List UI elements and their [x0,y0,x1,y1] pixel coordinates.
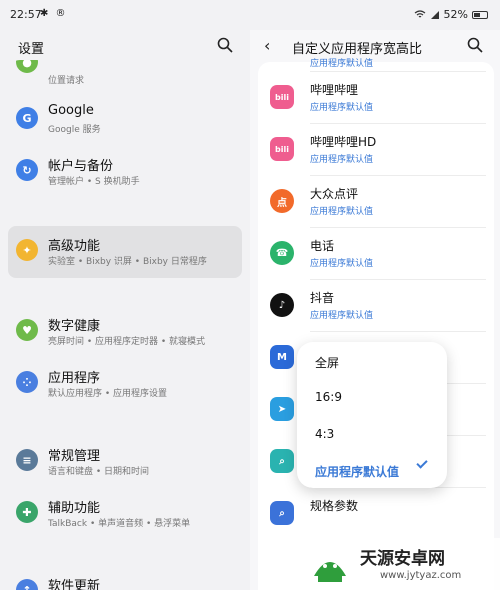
list-item[interactable]: ♪ 抖音 应用程序默认值 [258,280,494,332]
app-ratio-value: 应用程序默认值 [310,207,374,217]
apps-grid-icon: ⁘ [16,371,38,393]
search-icon[interactable] [216,36,234,54]
settings-item-location[interactable]: ● 位置请求 [8,60,242,90]
douyin-icon: ♪ [270,293,294,317]
accessibility-icon: ✚ [16,501,38,523]
list-item[interactable]: ⌕ 规格参数 [258,488,494,540]
settings-item-subtitle: 管理帐户 • S 换机助手 [48,177,140,187]
option-app-default[interactable]: 应用程序默认值 [315,463,399,480]
check-icon [416,457,428,469]
scan-app-icon: ⌕ [270,449,294,473]
wifi-icon [414,9,425,17]
settings-item-subtitle: 亮屏时间 • 应用程序定时器 • 就寝模式 [48,337,206,347]
google-icon: G [16,107,38,129]
dianping-icon: 点 [270,189,294,213]
settings-pane: 设置 ● 位置请求 G Google Google 服务 ↻ 帐户与备份 管理帐… [0,30,250,590]
sliders-icon: ≡ [16,449,38,471]
settings-group-top: ● 位置请求 [8,60,242,90]
update-icon: ↑ [16,579,38,590]
settings-item-google[interactable]: G Google Google 服务 [8,94,242,146]
aspect-ratio-pane: ‹ 自定义应用程序宽高比 应用程序默认值 bili 哔哩哔哩 应用程序默认值 b… [250,30,500,590]
app-name: 规格参数 [310,499,359,513]
app-name: 哔哩哔哩 [310,83,359,97]
settings-group-update: ↑ 软件更新 [8,566,242,590]
settings-item-apps[interactable]: ⁘ 应用程序 默认应用程序 • 应用程序设置 [8,358,242,410]
watermark-url: www.jytyaz.com [380,570,462,581]
settings-item-subtitle: 实验室 • Bixby 识屏 • Bixby 日常程序 [48,257,207,267]
wellbeing-icon: ♥ [16,319,38,341]
settings-item-title: Google [48,103,94,118]
app-list: 应用程序默认值 bili 哔哩哔哩 应用程序默认值 bili 哔哩哔哩HD 应用… [258,59,494,590]
settings-item-subtitle: 默认应用程序 • 应用程序设置 [48,389,168,399]
settings-title: 设置 [18,42,45,57]
watermark: 天源安卓网 www.jytyaz.com [300,538,500,590]
app-name: 大众点评 [310,187,359,201]
settings-item-subtitle: 位置请求 [48,76,85,86]
settings-item-subtitle: TalkBack • 单声道音频 • 悬浮菜单 [48,519,191,529]
gear-plus-icon: ✦ [16,239,38,261]
aspect-ratio-popup: 全屏 16:9 4:3 应用程序默认值 [297,342,447,488]
settings-item-title: 常规管理 [48,449,101,464]
settings-item-accessibility[interactable]: ✚ 辅助功能 TalkBack • 单声道音频 • 悬浮菜单 [8,488,242,540]
settings-group-advanced: ✦ 高级功能 实验室 • Bixby 识屏 • Bixby 日常程序 [8,226,242,278]
settings-group-accounts: G Google Google 服务 ↻ 帐户与备份 管理帐户 • S 换机助手 [8,94,242,206]
settings-item-advanced-features[interactable]: ✦ 高级功能 实验室 • Bixby 识屏 • Bixby 日常程序 [8,226,242,278]
settings-item-subtitle: Google 服务 [48,125,101,135]
watermark-title: 天源安卓网 [360,549,445,569]
app-name: 电话 [310,239,335,253]
settings-item-digital-wellbeing[interactable]: ♥ 数字健康 亮屏时间 • 应用程序定时器 • 就寝模式 [8,306,242,358]
android-logo-icon [314,562,346,582]
app-name: 抖音 [310,291,335,305]
option-16-9[interactable]: 16:9 [315,390,342,404]
settings-item-subtitle: 语言和键盘 • 日期和时间 [48,467,150,477]
app-ratio-value: 应用程序默认值 [310,103,374,113]
app-ratio-value: 应用程序默认值 [310,311,374,321]
settings-item-title: 帐户与备份 [48,159,114,174]
settings-item-general-management[interactable]: ≡ 常规管理 语言和键盘 • 日期和时间 [8,436,242,488]
notification-icons: ✱ ® [40,8,68,19]
battery-icon [472,10,488,19]
list-item[interactable]: bili 哔哩哔哩HD 应用程序默认值 [258,124,494,176]
list-item[interactable]: ☎ 电话 应用程序默认值 [258,228,494,280]
signal-icon [430,10,439,19]
list-item[interactable]: 点 大众点评 应用程序默认值 [258,176,494,228]
battery-percent: 52% [443,8,468,21]
settings-item-software-update[interactable]: ↑ 软件更新 [8,566,242,590]
bilibili-hd-icon: bili [270,137,294,161]
option-4-3[interactable]: 4:3 [315,427,334,441]
list-item[interactable]: bili 哔哩哔哩 应用程序默认值 [258,72,494,124]
settings-group-general: ≡ 常规管理 语言和键盘 • 日期和时间 ✚ 辅助功能 TalkBack • 单… [8,436,242,548]
send-app-icon: ➤ [270,397,294,421]
list-item[interactable]: 应用程序默认值 [258,50,494,72]
settings-group-wellbeing: ♥ 数字健康 亮屏时间 • 应用程序定时器 • 就寝模式 ⁘ 应用程序 默认应用… [8,306,242,418]
location-icon: ● [16,60,38,73]
settings-item-title: 辅助功能 [48,501,101,516]
settings-item-title: 软件更新 [48,579,101,590]
app-name: 哔哩哔哩HD [310,135,377,149]
clock: 22:57 [10,8,42,21]
bilibili-icon: bili [270,85,294,109]
status-right: 52% [414,8,488,21]
settings-item-title: 高级功能 [48,239,101,254]
settings-item-title: 数字健康 [48,319,101,334]
app-ratio-value: 应用程序默认值 [310,259,374,269]
app-ratio-value: 应用程序默认值 [310,59,374,69]
app-ratio-value: 应用程序默认值 [310,155,374,165]
status-bar: 22:57 ✱ ® 52% [0,0,500,30]
spec-icon: ⌕ [270,501,294,525]
settings-item-title: 应用程序 [48,371,101,386]
phone-icon: ☎ [270,241,294,265]
settings-item-accounts[interactable]: ↻ 帐户与备份 管理帐户 • S 换机助手 [8,146,242,198]
option-fullscreen[interactable]: 全屏 [315,354,339,371]
sync-icon: ↻ [16,159,38,181]
m-app-icon: M [270,345,294,369]
